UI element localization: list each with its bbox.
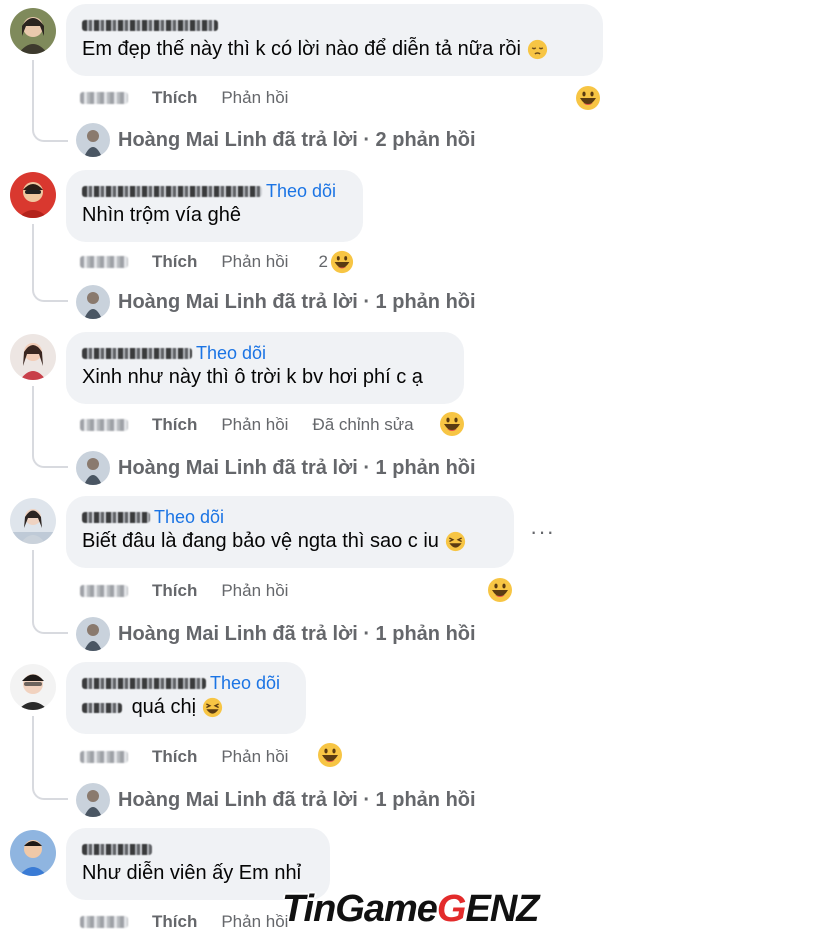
grin-laugh-icon[interactable] [575,85,601,111]
view-replies-link[interactable]: Hoàng Mai Linh đã trả lời · 1 phản hồi [76,284,476,320]
like-button[interactable]: Thích [152,581,197,601]
like-button[interactable]: Thích [152,252,197,272]
comment-actions: Thích Phản hồi [80,86,312,110]
comment-text: quá chị [82,694,290,720]
avatar[interactable] [10,498,56,544]
like-button[interactable]: Thích [152,912,197,932]
reply-summary[interactable]: Hoàng Mai Linh đã trả lời · 1 phản hồi [118,789,476,812]
replier-avatar [76,783,110,817]
replier-avatar [76,617,110,651]
follow-link[interactable]: Theo dõi [210,673,280,694]
timestamp[interactable] [80,751,128,763]
grin-laugh-icon[interactable] [487,577,513,603]
reply-button[interactable]: Phản hồi [221,581,288,601]
follow-link[interactable]: Theo dõi [196,343,266,364]
reply-connector [32,224,68,302]
timestamp[interactable] [80,256,128,268]
avatar[interactable] [10,664,56,710]
comment-text: Nhìn trộm vía ghê [82,204,241,226]
reply-summary[interactable]: Hoàng Mai Linh đã trả lời · 1 phản hồi [118,457,476,480]
reply-connector [32,716,68,800]
avatar[interactable] [10,8,56,54]
pensive-face-icon [527,39,548,60]
comment-bubble: Theo dõi Nhìn trộm vía ghê [66,170,363,242]
commenter-name[interactable] [82,347,192,359]
follow-link[interactable]: Theo dõi [266,181,336,202]
reply-summary[interactable]: Hoàng Mai Linh đã trả lời · 2 phản hồi [118,129,476,152]
comment-text: Xinh như này thì ô trời k bv hơi phí c ạ [82,366,423,388]
view-replies-link[interactable]: Hoàng Mai Linh đã trả lời · 2 phản hồi [76,122,476,158]
reply-summary[interactable]: Hoàng Mai Linh đã trả lời · 1 phản hồi [118,623,476,646]
timestamp[interactable] [80,916,128,928]
grin-laugh-icon[interactable] [317,742,343,768]
laughing-squint-icon [202,697,223,718]
comment-bubble: Theo dõi Biết đâu là đang bảo vệ ngta th… [66,496,514,568]
reply-button[interactable]: Phản hồi [221,747,288,767]
reply-button[interactable]: Phản hồi [221,252,288,272]
more-options-icon[interactable]: ··· [530,521,555,543]
redacted-word [82,703,122,713]
reply-button[interactable]: Phản hồi [221,88,288,108]
commenter-name[interactable] [82,677,206,689]
comment-actions: Thích Phản hồi [80,745,312,769]
commenter-name[interactable] [82,19,218,31]
like-button[interactable]: Thích [152,88,197,108]
reply-connector [32,60,68,142]
like-button[interactable]: Thích [152,415,197,435]
laughing-squint-icon [445,531,466,552]
comment-bubble: Theo dõi quá chị [66,662,306,734]
avatar[interactable] [10,172,56,218]
timestamp[interactable] [80,419,128,431]
follow-link[interactable]: Theo dõi [154,507,224,528]
reply-button[interactable]: Phản hồi [221,415,288,435]
reaction-count[interactable]: 2 [318,252,327,272]
comment-bubble: Em đẹp thế này thì k có lời nào để diễn … [66,4,603,76]
comment-text: Biết đâu là đang bảo vệ ngta thì sao c i… [82,528,498,554]
edited-label[interactable]: Đã chỉnh sửa [312,415,413,435]
comment-actions: Thích Phản hồi 2 [80,250,354,274]
reply-button[interactable]: Phản hồi [221,912,288,932]
comment-actions: Thích Phản hồi [80,579,312,603]
like-button[interactable]: Thích [152,747,197,767]
replier-avatar [76,285,110,319]
commenter-name[interactable] [82,185,262,197]
avatar[interactable] [10,830,56,876]
timestamp[interactable] [80,92,128,104]
view-replies-link[interactable]: Hoàng Mai Linh đã trả lời · 1 phản hồi [76,782,476,818]
view-replies-link[interactable]: Hoàng Mai Linh đã trả lời · 1 phản hồi [76,450,476,486]
comment-text: Như diễn viên ấy Em nhỉ [82,862,302,884]
view-replies-link[interactable]: Hoàng Mai Linh đã trả lời · 1 phản hồi [76,616,476,652]
comment-actions: Thích Phản hồi [80,910,312,934]
grin-laugh-icon[interactable] [439,411,465,437]
comment-bubble: Theo dõi Xinh như này thì ô trời k bv hơ… [66,332,464,404]
replier-avatar [76,123,110,157]
timestamp[interactable] [80,585,128,597]
site-watermark-logo: TinGameGENZ [282,888,539,930]
replier-avatar [76,451,110,485]
reply-summary[interactable]: Hoàng Mai Linh đã trả lời · 1 phản hồi [118,291,476,314]
reply-connector [32,386,68,468]
comment-actions: Thích Phản hồi Đã chỉnh sửa [80,413,438,437]
commenter-name[interactable] [82,843,152,855]
comment-text: Em đẹp thế này thì k có lời nào để diễn … [82,36,587,62]
commenter-name[interactable] [82,511,150,523]
grin-laugh-icon[interactable] [330,250,354,274]
avatar[interactable] [10,334,56,380]
reply-connector [32,550,68,634]
